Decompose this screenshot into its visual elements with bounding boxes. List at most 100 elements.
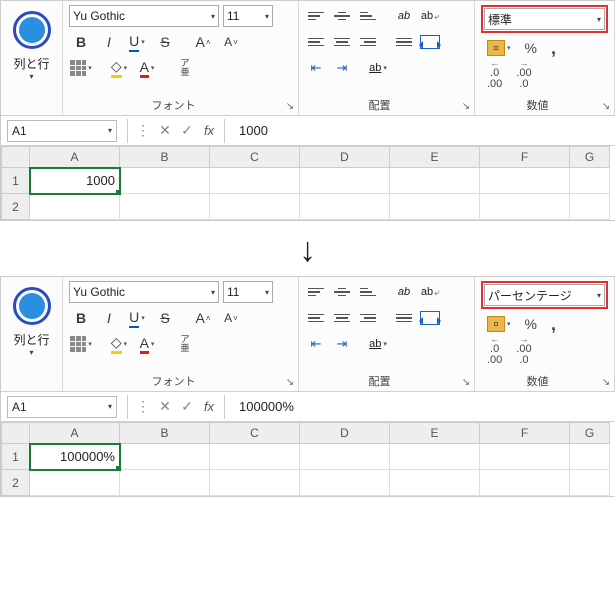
shrink-to-fit-button[interactable]: ab▾ — [367, 57, 389, 79]
col-header[interactable]: A — [30, 422, 120, 444]
decrease-indent-button[interactable]: ⇤ — [305, 57, 327, 79]
font-name-combo[interactable]: Yu Gothic▾ — [69, 281, 219, 303]
cell[interactable] — [570, 470, 610, 496]
col-header[interactable]: G — [570, 422, 610, 444]
cell-A1[interactable]: 100000% — [30, 444, 120, 470]
cell[interactable] — [300, 444, 390, 470]
underline-button[interactable]: U▾ — [125, 307, 149, 329]
align-top-button[interactable] — [305, 281, 327, 303]
align-bottom-button[interactable] — [357, 5, 379, 27]
borders-button[interactable]: ▾ — [69, 57, 93, 79]
shrink-to-fit-button[interactable]: ab▾ — [367, 333, 389, 355]
cell[interactable] — [300, 194, 390, 220]
name-box[interactable]: A1▾ — [7, 120, 117, 142]
percent-button[interactable]: % — [521, 37, 541, 59]
col-header[interactable]: C — [210, 146, 300, 168]
align-top-button[interactable] — [305, 5, 327, 27]
accept-icon[interactable]: ✓ — [176, 122, 198, 139]
cell[interactable] — [480, 194, 570, 220]
align-right-button[interactable] — [357, 31, 379, 53]
col-header[interactable]: A — [30, 146, 120, 168]
expand-formula-icon[interactable]: ⋮ — [132, 122, 154, 139]
increase-decimal-button[interactable]: ←.0.00 — [483, 63, 506, 85]
cell[interactable] — [210, 444, 300, 470]
wrap-text-button[interactable]: ab⤶ — [419, 5, 441, 27]
formula-input[interactable]: 100000% — [229, 399, 615, 414]
fx-icon[interactable]: fx — [198, 399, 220, 414]
col-header[interactable]: C — [210, 422, 300, 444]
col-header[interactable]: E — [390, 146, 480, 168]
col-header[interactable]: D — [300, 146, 390, 168]
row-header[interactable]: 1 — [1, 168, 30, 194]
rows-cols-dropdown[interactable]: ▾ — [29, 348, 33, 357]
bold-button[interactable]: B — [69, 307, 93, 329]
bold-button[interactable]: B — [69, 31, 93, 53]
italic-button[interactable]: I — [97, 31, 121, 53]
rows-cols-icon[interactable] — [13, 11, 51, 49]
cell[interactable] — [390, 444, 480, 470]
col-header[interactable]: E — [390, 422, 480, 444]
increase-decimal-button[interactable]: ←.0.00 — [483, 339, 506, 361]
name-box[interactable]: A1▾ — [7, 396, 117, 418]
strikethrough-button[interactable]: S — [153, 307, 177, 329]
currency-button[interactable]: ¤▾ — [483, 37, 515, 59]
align-middle-button[interactable] — [331, 5, 353, 27]
align-right-button[interactable] — [357, 307, 379, 329]
cell[interactable] — [120, 194, 210, 220]
phonetic-button[interactable]: ア 亜 — [173, 333, 197, 355]
orientation-button[interactable]: ab — [393, 281, 415, 303]
orientation-button[interactable]: ab — [393, 5, 415, 27]
font-expand-icon[interactable]: ↘ — [284, 377, 296, 389]
cell[interactable] — [210, 168, 300, 194]
font-size-combo[interactable]: 11▾ — [223, 281, 273, 303]
select-all-corner[interactable] — [1, 422, 30, 444]
cell[interactable] — [570, 444, 610, 470]
cell[interactable] — [30, 470, 120, 496]
font-color-button[interactable]: A▾ — [135, 333, 159, 355]
borders-button[interactable]: ▾ — [69, 333, 93, 355]
alignment-expand-icon[interactable]: ↘ — [460, 377, 472, 389]
cell[interactable] — [210, 194, 300, 220]
number-expand-icon[interactable]: ↘ — [600, 377, 612, 389]
cell[interactable] — [120, 168, 210, 194]
comma-button[interactable]: , — [547, 37, 560, 59]
increase-indent-button[interactable]: ⇥ — [331, 333, 353, 355]
cell[interactable] — [390, 194, 480, 220]
italic-button[interactable]: I — [97, 307, 121, 329]
shrink-font-button[interactable]: A˅ — [219, 31, 243, 53]
cell[interactable] — [120, 444, 210, 470]
strikethrough-button[interactable]: S — [153, 31, 177, 53]
wrap-text-button[interactable]: ab⤶ — [419, 281, 441, 303]
align-middle-button[interactable] — [331, 281, 353, 303]
cell[interactable] — [300, 470, 390, 496]
expand-formula-icon[interactable]: ⋮ — [132, 398, 154, 415]
cell[interactable] — [390, 168, 480, 194]
align-justify-button[interactable] — [393, 31, 415, 53]
select-all-corner[interactable] — [1, 146, 30, 168]
align-left-button[interactable] — [305, 31, 327, 53]
cell[interactable] — [390, 470, 480, 496]
grow-font-button[interactable]: A˄ — [191, 307, 215, 329]
font-name-combo[interactable]: Yu Gothic▾ — [69, 5, 219, 27]
align-center-button[interactable] — [331, 307, 353, 329]
comma-button[interactable]: , — [547, 313, 560, 335]
font-expand-icon[interactable]: ↘ — [284, 101, 296, 113]
accept-icon[interactable]: ✓ — [176, 398, 198, 415]
grow-font-button[interactable]: A˄ — [191, 31, 215, 53]
number-format-combo[interactable]: 標準▾ — [484, 8, 605, 30]
phonetic-button[interactable]: ア 亜 — [173, 57, 197, 79]
cell[interactable] — [480, 470, 570, 496]
align-justify-button[interactable] — [393, 307, 415, 329]
fx-icon[interactable]: fx — [198, 123, 220, 138]
percent-button[interactable]: % — [521, 313, 541, 335]
cell[interactable] — [210, 470, 300, 496]
underline-button[interactable]: U▾ — [125, 31, 149, 53]
number-expand-icon[interactable]: ↘ — [600, 101, 612, 113]
decrease-decimal-button[interactable]: →.00.0 — [512, 339, 535, 361]
cancel-icon[interactable]: ✕ — [154, 398, 176, 415]
cell[interactable] — [570, 194, 610, 220]
merge-cells-button[interactable] — [419, 31, 441, 53]
cell-A1[interactable]: 1000 — [30, 168, 120, 194]
col-header[interactable]: B — [120, 146, 210, 168]
col-header[interactable]: D — [300, 422, 390, 444]
